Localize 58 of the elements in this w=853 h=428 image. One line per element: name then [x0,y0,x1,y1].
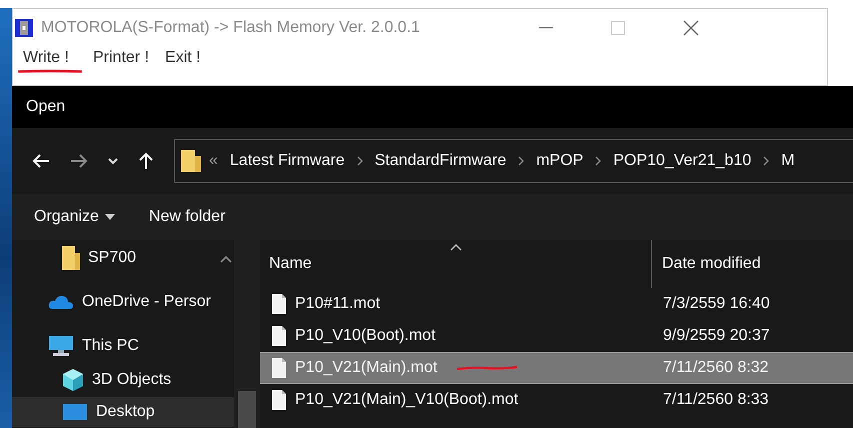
folder-icon [181,150,201,172]
sidebar-item[interactable]: OneDrive - Persor [12,287,234,317]
file-name: P10_V21(Main)_V10(Boot).mot [295,391,518,409]
chevron-right-icon [518,156,524,166]
file-name: P10_V21(Main).mot [295,359,438,377]
file-row[interactable]: P10_V21(Main)_V10(Boot).mot 7/11/2560 8:33 [260,384,853,416]
dropdown-caret-icon [104,214,115,220]
desktop-icon [62,403,88,421]
breadcrumb[interactable]: POP10_Ver21_b10 [613,152,752,170]
breadcrumb[interactable]: StandardFirmware [374,152,506,170]
file-name: P10_V10(Boot).mot [295,327,436,345]
chevron-right-icon [595,156,602,166]
chip-icon [15,19,33,37]
column-header[interactable]: Name [260,240,652,288]
scrollbar[interactable] [234,240,260,428]
file-icon [272,294,286,314]
breadcrumb[interactable]: M [781,152,795,170]
menu-item[interactable]: Exit ! [159,47,207,69]
breadcrumb[interactable]: Latest Firmware [230,152,345,170]
window-title: MOTOROLA(S-Format) -> Flash Memory Ver. 2.0.0.1 [41,19,420,37]
breadcrumb[interactable]: mPOP [536,152,584,170]
file-row[interactable]: P10_V10(Boot).mot 9/9/2559 20:37 [260,320,853,352]
cloud-icon [48,294,74,310]
scroll-up-caret-icon[interactable] [220,256,232,263]
date-cell-text: 7/11/2560 8:32 [662,359,769,377]
file-icon [272,326,286,346]
date-cell-text: 7/3/2559 16:40 [662,295,770,313]
back-arrow-icon[interactable] [32,153,50,169]
close-icon[interactable] [683,20,699,36]
sidebar-item[interactable]: This PC [12,331,234,361]
sidebar-item[interactable]: 3D Objects [12,365,234,395]
toolbar-button[interactable]: Organize [28,204,121,230]
breadcrumb[interactable]: « [209,152,218,170]
up-arrow-icon[interactable] [138,152,154,170]
file-icon [272,390,286,410]
sidebar-item[interactable]: Desktop [12,397,234,427]
address-bar[interactable]: « Latest Firmware StandardFirmware mPOP POP10_Ver21_b10 M [174,139,853,183]
column-header[interactable]: Date modified [652,240,853,288]
sidebar-item[interactable]: SP700 [12,243,234,273]
menu-item[interactable]: Write ! [17,47,75,69]
sort-caret-icon [450,244,462,251]
menu-item[interactable]: Printer ! [87,47,156,69]
forward-arrow-icon[interactable] [70,153,88,169]
toolbar-button[interactable]: New folder [142,204,232,230]
cube-icon [62,368,84,392]
folder-icon [62,246,80,270]
file-name: P10#11.mot [295,295,380,313]
chevron-right-icon [763,156,770,166]
dialog-title: Open [26,98,66,116]
file-row[interactable]: P10_V21(Main).mot 7/11/2560 8:32 [260,352,853,384]
chevron-right-icon [356,156,363,166]
file-row[interactable]: P10#11.mot 7/3/2559 16:40 [260,288,853,320]
date-cell-text: 9/9/2559 20:37 [662,327,770,345]
file-icon [272,358,286,378]
monitor-icon [48,335,74,357]
chevron-down-icon[interactable] [108,157,118,165]
minimize-icon[interactable] [539,27,553,29]
date-cell-text: 7/11/2560 8:33 [662,391,769,409]
